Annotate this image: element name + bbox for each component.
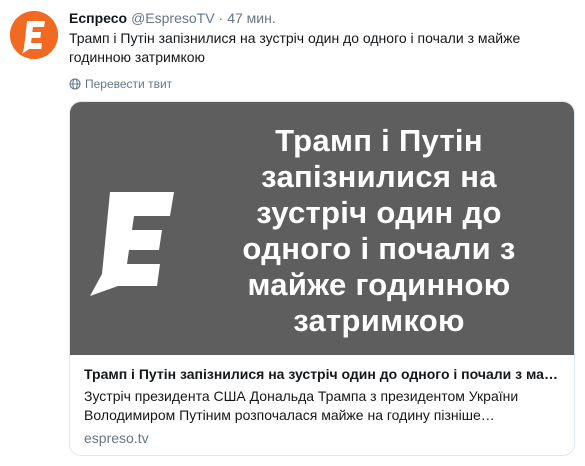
card-image[interactable]: Трамп і Путін запізнилися на зустріч оди… xyxy=(70,102,574,355)
espreso-logo-icon xyxy=(10,11,58,59)
card-title: Трамп і Путін запізнилися на зустріч оди… xyxy=(84,366,560,382)
tweet-text: Трамп і Путін запізнилися на зустріч оди… xyxy=(69,30,521,65)
tweet-timestamp[interactable]: 47 мин. xyxy=(227,10,276,26)
globe-icon xyxy=(69,78,81,90)
card-domain: espreso.tv xyxy=(84,430,149,446)
separator-dot: · xyxy=(218,10,224,26)
translate-tweet-link[interactable]: Перевести твит xyxy=(69,77,172,91)
tweet-header: Еспресо @EspresoTV · 47 мин. xyxy=(69,10,276,28)
card-description: Зустріч президента США Дональда Трампа з… xyxy=(84,388,519,423)
card-image-headline: Трамп і Путін запізнилися на зустріч оди… xyxy=(242,123,516,338)
display-name[interactable]: Еспресо xyxy=(69,10,127,26)
user-handle[interactable]: @EspresoTV xyxy=(131,10,214,26)
card-body[interactable]: Трамп і Путін запізнилися на зустріч оди… xyxy=(70,355,574,455)
translate-label: Перевести твит xyxy=(85,77,173,91)
avatar[interactable] xyxy=(10,11,58,59)
link-preview-card[interactable]: Трамп і Путін запізнилися на зустріч оди… xyxy=(69,101,575,456)
espreso-logo-icon xyxy=(90,192,174,296)
